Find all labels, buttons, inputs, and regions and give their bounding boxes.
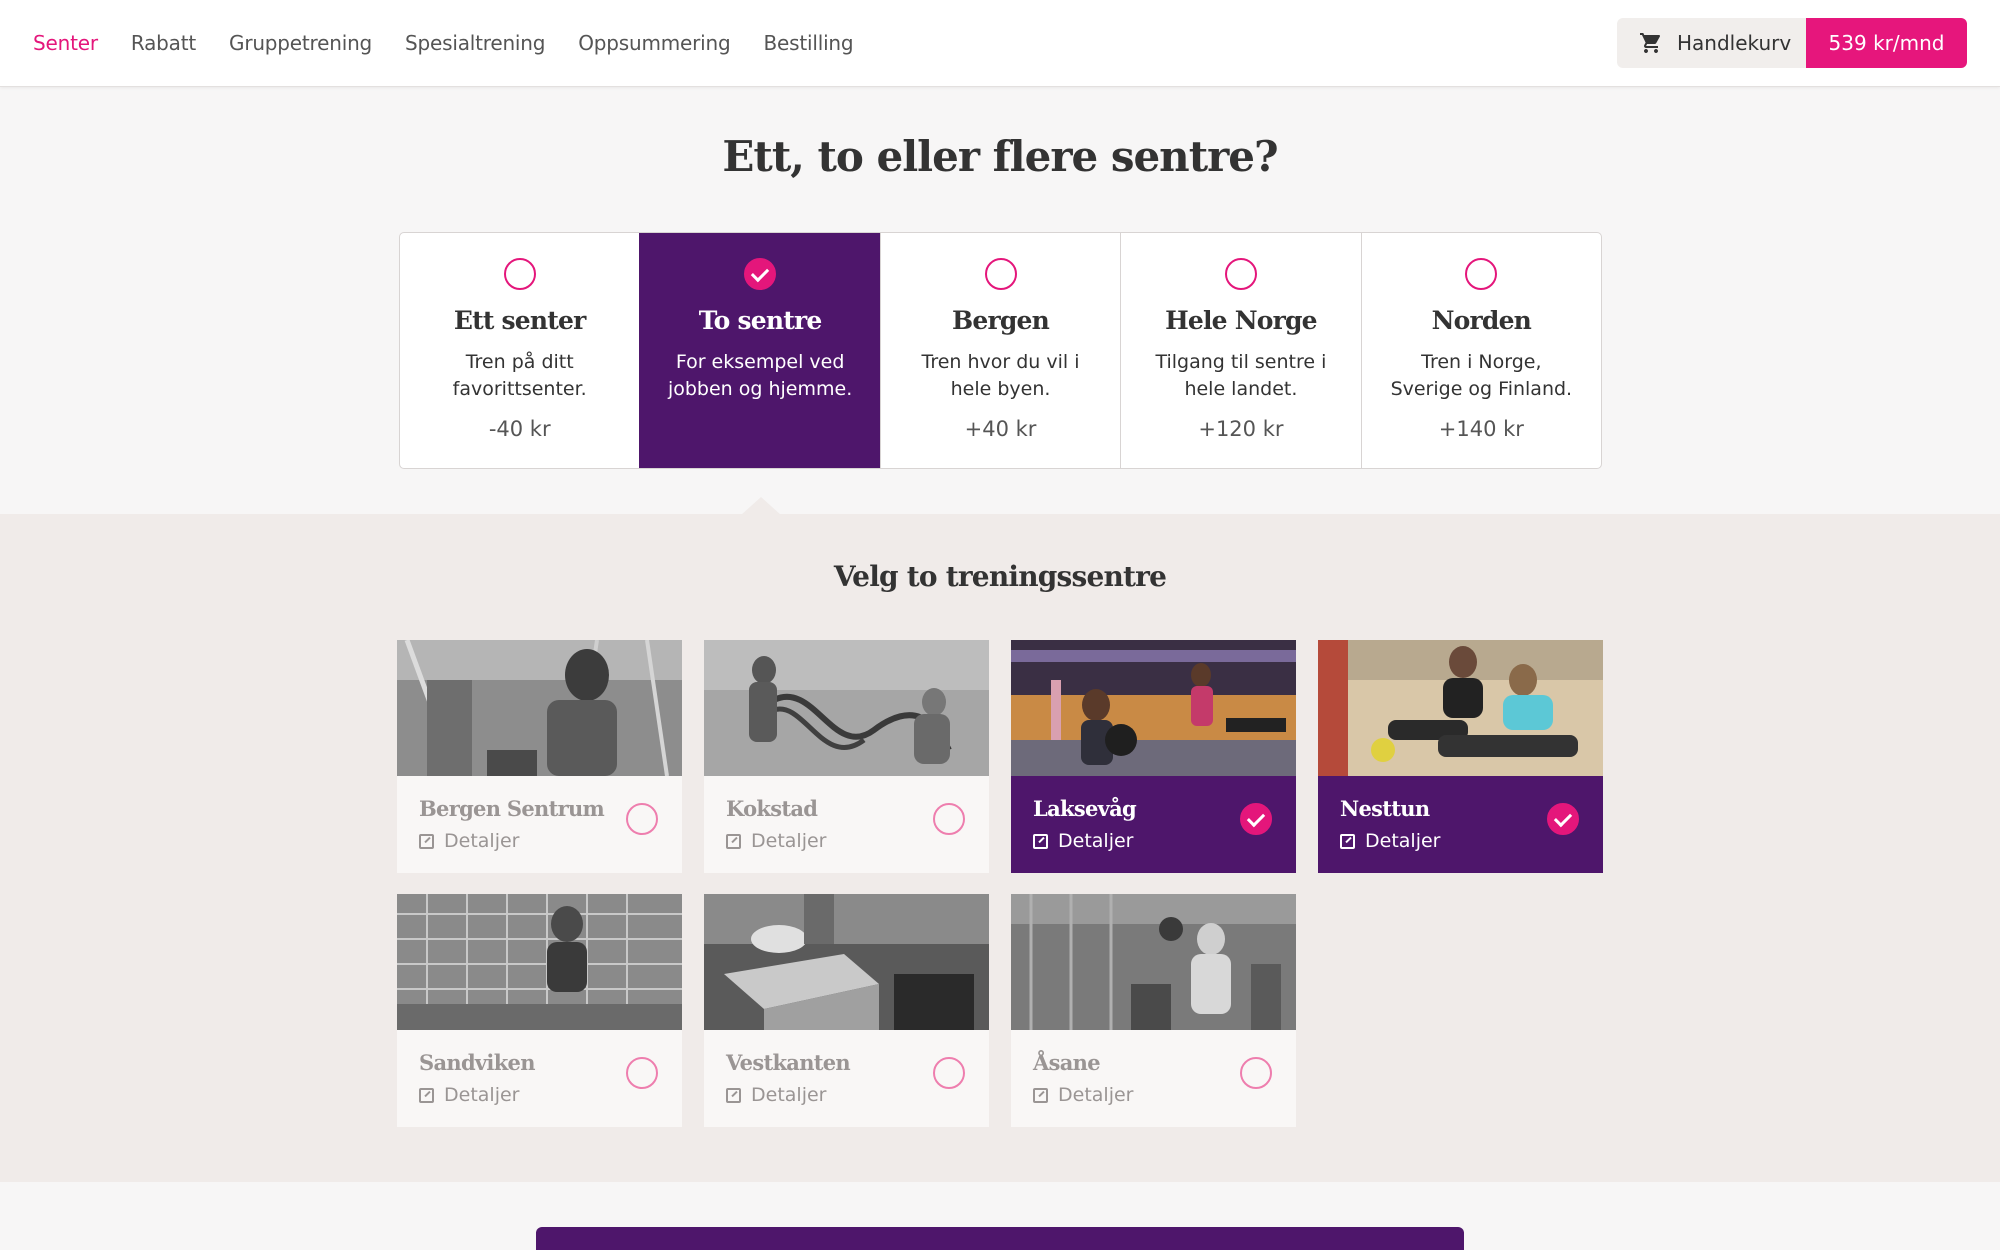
center-name: Bergen Sentrum <box>419 796 605 821</box>
option-name: To sentre <box>698 306 823 335</box>
center-card-nesttun[interactable]: Nesttun Detaljer <box>1318 640 1603 873</box>
nav-item-senter[interactable]: Senter <box>33 31 98 55</box>
radio-icon[interactable] <box>503 258 536 290</box>
details-label: Detaljer <box>1058 1084 1134 1106</box>
option-to-sentre[interactable]: To sentre For eksempel ved jobben og hje… <box>639 233 880 468</box>
option-description: Tilgang til sentre i hele landet. <box>1155 351 1327 400</box>
top-navigation-bar: Senter Rabatt Gruppetrening Spesialtreni… <box>0 0 2000 87</box>
option-description: For eksempel ved jobben og hjemme. <box>667 351 853 400</box>
radio-icon[interactable] <box>626 803 658 835</box>
center-count-options: Ett senter Tren på ditt favorittsenter. … <box>399 232 1602 469</box>
cart-icon <box>1640 33 1661 53</box>
checked-radio-icon[interactable] <box>744 258 777 290</box>
details-link[interactable]: Detaljer <box>726 1084 826 1106</box>
center-card-vestkanten[interactable]: Vestkanten Detaljer <box>704 894 989 1127</box>
page-title: Ett, to eller flere sentre? <box>722 132 1278 181</box>
external-link-icon <box>1340 833 1355 849</box>
center-name: Kokstad <box>726 796 818 821</box>
center-photo <box>704 894 989 1030</box>
option-name: Hele Norge <box>1165 306 1318 335</box>
center-photo <box>1011 894 1296 1030</box>
radio-icon[interactable] <box>984 258 1017 290</box>
option-hele-norge[interactable]: Hele Norge Tilgang til sentre i hele lan… <box>1120 233 1360 468</box>
center-photo <box>397 640 682 776</box>
external-link-icon <box>419 1087 434 1103</box>
center-name: Nesttun <box>1340 796 1430 821</box>
option-price-delta: -40 kr <box>488 417 551 441</box>
radio-icon[interactable] <box>1465 258 1498 290</box>
checked-radio-icon[interactable] <box>1547 803 1579 835</box>
nav-item-gruppetrening[interactable]: Gruppetrening <box>229 31 372 55</box>
cart-label: Handlekurv <box>1677 31 1792 55</box>
center-card-kokstad[interactable]: Kokstad Detaljer <box>704 640 989 873</box>
radio-icon[interactable] <box>626 1057 658 1089</box>
details-link[interactable]: Detaljer <box>419 1084 519 1106</box>
monthly-price-button[interactable]: 539 kr/mnd <box>1806 18 1967 68</box>
center-name: Sandviken <box>419 1050 535 1075</box>
option-bergen[interactable]: Bergen Tren hvor du vil i hele byen. +40… <box>879 233 1120 468</box>
details-label: Detaljer <box>1058 830 1134 852</box>
details-label: Detaljer <box>751 1084 827 1106</box>
center-photo <box>1011 640 1296 776</box>
center-photo <box>1318 640 1603 776</box>
nav-item-bestilling[interactable]: Bestilling <box>764 31 854 55</box>
nav-item-spesialtrening[interactable]: Spesialtrening <box>405 31 545 55</box>
step-navigation: Senter Rabatt Gruppetrening Spesialtreni… <box>33 0 854 86</box>
center-name: Laksevåg <box>1033 796 1137 821</box>
center-photo <box>704 640 989 776</box>
option-price-delta: +120 kr <box>1198 417 1284 441</box>
nav-item-rabatt[interactable]: Rabatt <box>131 31 196 55</box>
center-name: Vestkanten <box>726 1050 851 1075</box>
option-price-delta: +40 kr <box>964 417 1037 441</box>
section-title: Velg to treningssentre <box>833 560 1167 593</box>
details-link[interactable]: Detaljer <box>726 830 826 852</box>
radio-icon[interactable] <box>1224 258 1257 290</box>
cart-button[interactable]: Handlekurv <box>1617 18 1806 68</box>
details-label: Detaljer <box>444 830 520 852</box>
external-link-icon <box>419 833 434 849</box>
continue-button[interactable] <box>536 1227 1464 1250</box>
option-name: Ett senter <box>453 306 586 335</box>
radio-icon[interactable] <box>933 1057 965 1089</box>
details-link[interactable]: Detaljer <box>1033 830 1133 852</box>
details-link[interactable]: Detaljer <box>1033 1084 1133 1106</box>
center-card-sandviken[interactable]: Sandviken Detaljer <box>397 894 682 1127</box>
nav-item-oppsummering[interactable]: Oppsummering <box>578 31 730 55</box>
option-ett-senter[interactable]: Ett senter Tren på ditt favorittsenter. … <box>400 233 639 468</box>
external-link-icon <box>726 833 741 849</box>
details-label: Detaljer <box>444 1084 520 1106</box>
center-selection-section <box>0 514 2000 1182</box>
details-label: Detaljer <box>751 830 827 852</box>
option-name: Bergen <box>952 306 1050 335</box>
details-link[interactable]: Detaljer <box>1340 830 1440 852</box>
radio-icon[interactable] <box>933 803 965 835</box>
option-description: Tren i Norge, Sverige og Finland. <box>1390 351 1573 400</box>
radio-icon[interactable] <box>1240 1057 1272 1089</box>
center-photo <box>397 894 682 1030</box>
option-norden[interactable]: Norden Tren i Norge, Sverige og Finland.… <box>1360 233 1601 468</box>
external-link-icon <box>726 1087 741 1103</box>
option-name: Norden <box>1431 306 1532 335</box>
external-link-icon <box>1033 1087 1048 1103</box>
checked-radio-icon[interactable] <box>1240 803 1272 835</box>
selection-pointer <box>741 497 781 515</box>
details-link[interactable]: Detaljer <box>419 830 519 852</box>
option-price-delta: +140 kr <box>1438 417 1524 441</box>
center-card-laksevag[interactable]: Laksevåg Detaljer <box>1011 640 1296 873</box>
details-label: Detaljer <box>1365 830 1441 852</box>
option-description: Tren på ditt favorittsenter. <box>452 351 587 400</box>
external-link-icon <box>1033 833 1048 849</box>
center-card-asane[interactable]: Åsane Detaljer <box>1011 894 1296 1127</box>
center-name: Åsane <box>1033 1050 1101 1075</box>
center-card-bergen-sentrum[interactable]: Bergen Sentrum Detaljer <box>397 640 682 873</box>
option-description: Tren hvor du vil i hele byen. <box>921 351 1080 400</box>
